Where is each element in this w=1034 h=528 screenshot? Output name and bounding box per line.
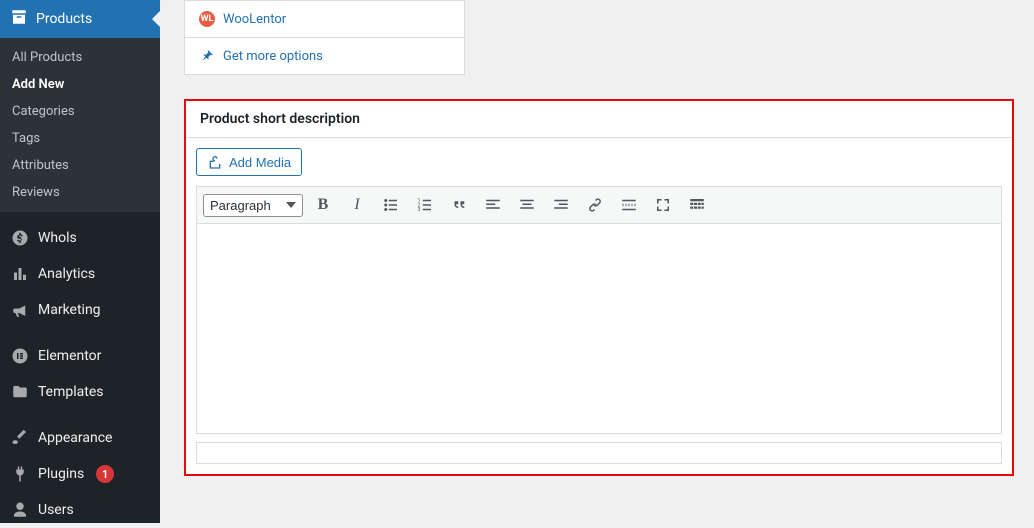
sidebar-item-elementor[interactable]: Elementor [0,338,160,374]
sidebar-header-label: Products [36,11,92,27]
archive-icon [10,8,28,30]
brush-icon [10,428,30,448]
italic-button[interactable]: I [343,191,371,219]
bar-chart-icon [10,264,30,284]
svg-text:3: 3 [418,207,421,213]
submenu-all-products[interactable]: All Products [0,44,160,71]
insert-link-button[interactable] [581,191,609,219]
plug-icon [10,464,30,484]
bullet-list-button[interactable] [377,191,405,219]
bold-button[interactable]: B [309,191,337,219]
media-icon [207,154,223,170]
sidebar-item-marketing[interactable]: Marketing [0,292,160,328]
sidebar-label: Elementor [38,348,101,364]
submenu-add-new[interactable]: Add New [0,71,160,98]
submenu-reviews[interactable]: Reviews [0,179,160,206]
sidebar-label: Users [38,502,74,518]
sidebar-label: Plugins [38,466,84,482]
submenu-attributes[interactable]: Attributes [0,152,160,179]
short-description-metabox: Product short description Add Media Para… [184,99,1014,476]
folder-icon [10,382,30,402]
menu-separator [0,410,160,420]
pin-icon [199,48,215,64]
current-pointer-icon [152,11,160,27]
sidebar-label: Analytics [38,266,95,282]
sidebar-label: Marketing [38,302,101,318]
dollar-circle-icon [10,228,30,248]
editor-status-bar [196,442,1002,464]
panel-option-woolentor[interactable]: WL WooLentor [185,1,464,37]
toolbar-toggle-button[interactable] [683,191,711,219]
builder-options-panel: WL WooLentor Get more options [184,0,465,75]
sidebar-item-analytics[interactable]: Analytics [0,256,160,292]
menu-separator [0,328,160,338]
main-content: WL WooLentor Get more options Product sh… [160,0,1034,523]
align-right-button[interactable] [547,191,575,219]
products-submenu: All Products Add New Categories Tags Att… [0,38,160,212]
editor-toolbar: Paragraph B I 123 [196,186,1002,224]
sidebar-item-templates[interactable]: Templates [0,374,160,410]
numbered-list-button[interactable]: 123 [411,191,439,219]
fullscreen-button[interactable] [649,191,677,219]
sidebar-item-whols[interactable]: Whols [0,220,160,256]
plugins-update-badge: 1 [96,465,114,483]
panel-option-get-more[interactable]: Get more options [185,37,464,74]
panel-option-label: Get more options [223,49,323,64]
format-select[interactable]: Paragraph [203,194,303,217]
sidebar-label: Appearance [38,430,112,446]
submenu-categories[interactable]: Categories [0,98,160,125]
user-icon [10,500,30,520]
sidebar-main-menu: Whols Analytics Marketing Elementor [0,212,160,528]
blockquote-button[interactable] [445,191,473,219]
sidebar-item-appearance[interactable]: Appearance [0,420,160,456]
admin-sidebar: Products All Products Add New Categories… [0,0,160,523]
submenu-tags[interactable]: Tags [0,125,160,152]
woolentor-badge-icon: WL [199,11,215,27]
megaphone-icon [10,300,30,320]
sidebar-label: Whols [38,230,77,246]
editor-content-area[interactable] [196,224,1002,434]
add-media-button[interactable]: Add Media [196,148,302,176]
add-media-label: Add Media [229,155,291,170]
insert-more-button[interactable] [615,191,643,219]
sidebar-current-products[interactable]: Products [0,0,160,38]
panel-option-label: WooLentor [223,12,286,27]
elementor-icon [10,346,30,366]
metabox-title: Product short description [186,101,1012,138]
sidebar-label: Templates [38,384,104,400]
align-center-button[interactable] [513,191,541,219]
sidebar-item-plugins[interactable]: Plugins 1 [0,456,160,492]
align-left-button[interactable] [479,191,507,219]
